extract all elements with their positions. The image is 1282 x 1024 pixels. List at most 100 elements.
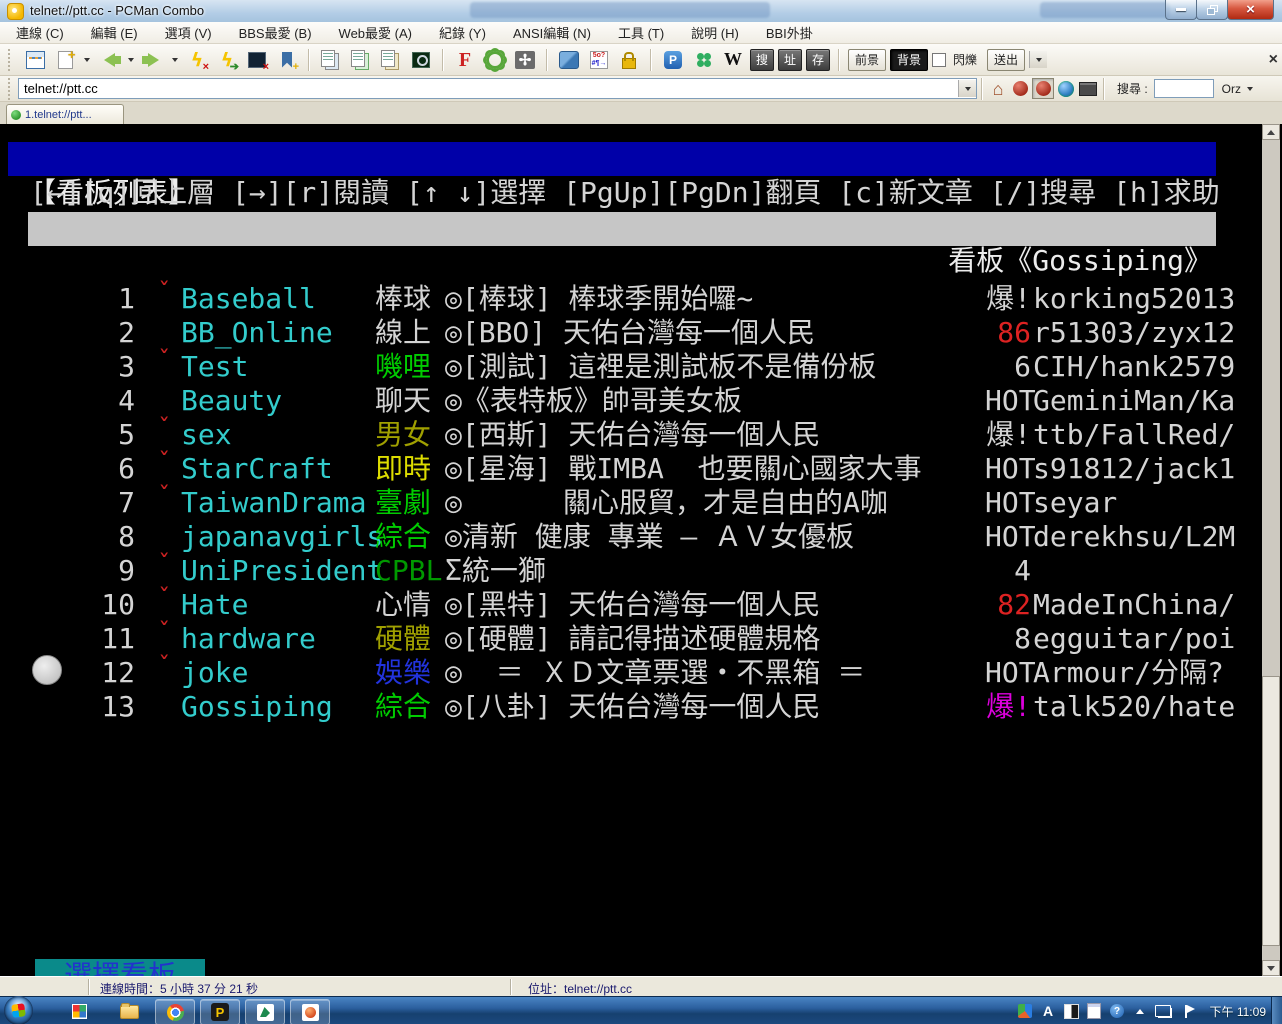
ansi-color-button[interactable]: 5o? #¶→ [586,48,612,72]
browser-a-button[interactable] [1010,79,1030,98]
add-bookmark-button[interactable]: + [274,48,300,72]
board-row-taiwandrama[interactable]: 7 ˇ TaiwanDrama 臺劇 ◎ 關心服貿，才是自由的A咖 HOT seyar [0,448,1230,519]
search-engine-label: Orz [1221,81,1242,96]
taskbar-app-orange-button[interactable] [290,999,330,1024]
terminal-view-button[interactable] [1078,79,1098,98]
open-address-button[interactable]: 址 [778,48,802,71]
menu-bbi-plugin[interactable]: BBI外掛 [766,23,813,42]
home-button[interactable]: ⌂ [988,79,1008,98]
new-connection-button[interactable]: + [52,47,78,72]
board-row-gossiping[interactable]: 13 ˇ Gossiping 綜合 ◎[八卦] 天佑台灣每一個人民 爆! talk520/h… [0,652,1235,723]
menu-options[interactable]: 選項 (V) [165,23,212,42]
board-row-unipresident[interactable]: 9 UniPresident CPBL Σ統一獅 4 [0,520,1230,587]
toolbar-close-button[interactable]: × [1269,51,1278,69]
disconnect-button[interactable]: ϟ × [184,48,210,72]
ime-alpha-icon[interactable]: A [1040,1003,1056,1019]
window-mode-button[interactable] [556,48,582,72]
close-connection-button[interactable]: × [244,48,270,72]
board-row-bb-online[interactable]: 2 ˇ BB_Online 線上 ◎[BBO] 天佑台灣每一個人民 86 r51303/zy… [0,278,1235,349]
menu-edit[interactable]: 編輯 (E) [91,23,138,42]
search-input[interactable] [1153,79,1214,98]
new-connection-dropdown[interactable] [84,57,90,62]
hidden-icons-arrow[interactable] [1132,1003,1148,1019]
scrollbar-thumb[interactable] [1262,676,1280,946]
restore-button[interactable] [1196,0,1228,20]
address-dropdown[interactable] [958,80,976,97]
tab-telnet-ptt[interactable]: 1.telnet://ptt... [6,104,124,125]
forward-dropdown[interactable] [172,57,178,62]
minimize-button[interactable] [1165,0,1197,20]
menu-history[interactable]: 紀錄 (Y) [439,23,486,42]
forward-button[interactable] [140,48,166,72]
addressbar-grip[interactable] [8,77,14,100]
board-row-starcraft[interactable]: 6 ˇ StarCraft 即時 ◎[星海] 戰IMBA 也要關心國家大事 HOT s918… [0,414,1235,485]
save-button[interactable]: 存 [806,48,830,71]
close-button[interactable]: × [1227,0,1274,20]
language-bar-icon[interactable] [1017,1003,1033,1019]
menu-help[interactable]: 說明 (H) [691,23,739,42]
toolbar-separator [308,48,310,71]
ime-pad-icon[interactable] [1086,1003,1102,1019]
back-button[interactable] [96,48,122,72]
title-bar[interactable]: telnet://ptt.cc - PCMan Combo × [0,0,1282,23]
taskbar-explorer-button[interactable] [110,999,148,1023]
wikipedia-button[interactable]: W [720,48,746,72]
taskbar-clock[interactable]: 下午 11:09 [1210,997,1266,1024]
toolbar-separator [981,77,983,100]
board-row-joke[interactable]: 12 ˇ joke 娛樂 ◎ ＝ ＸＤ文章票選‧不黑箱 ＝ HOT Armour/分隔? [0,618,1230,689]
scroll-down-button[interactable] [1262,960,1280,976]
menu-tools[interactable]: 工具 (T) [618,23,664,42]
board-row-hardware[interactable]: 11 ˇ hardware 硬體 ◎[硬體] 請記得描述硬體規格 8 egguitar/po… [0,584,1235,655]
board-row-baseball[interactable]: 1 Baseball 棒球 ◎[棒球] 棒球季開始囉~ 爆! korking52013 [0,248,1235,315]
board-row-hate[interactable]: 10 ˇ Hate 心情 ◎[黑特] 天佑台灣每一個人民 82 MadeInChina/ [0,550,1235,621]
vertical-scrollbar[interactable] [1262,124,1280,976]
blink-checkbox[interactable] [932,52,947,67]
background-color-button[interactable]: 背景 [890,48,929,71]
board-row-japanavgirls[interactable]: 8 ˇ japanavgirls 綜合 ◎清新 健康 專業 — ＡＶ女優板 HOT dere… [0,482,1235,553]
taskbar-app-green-button[interactable] [245,999,285,1024]
network-icon[interactable] [1155,1003,1171,1019]
send-dropdown[interactable] [1029,51,1048,68]
board-row-beauty[interactable]: 4 ˇ Beauty 聊天 ◎《表特板》帥哥美女板 HOT GeminiMan/Ka [0,346,1235,417]
menu-web-favorites[interactable]: Web最愛 (A) [339,23,412,42]
font-button[interactable]: F [452,48,478,72]
ime-shape-icon[interactable] [1063,1003,1079,1019]
taskbar-chrome-button[interactable] [155,999,195,1024]
browser-b-button[interactable] [1032,78,1054,99]
foreground-color-button[interactable]: 前景 [848,48,887,71]
down-arrow-icon [1267,965,1275,971]
start-button[interactable] [4,996,33,1024]
board-row-test[interactable]: 3 Test 嘰哩 ◎[測試] 這裡是測試板不是備份板 6 CIH/hank2579 [0,316,1235,383]
copy-ansi-button[interactable] [348,48,374,72]
home-icon: ⌂ [992,78,1004,99]
scroll-up-button[interactable] [1262,124,1280,140]
back-dropdown[interactable] [128,57,134,62]
bbs-terminal[interactable]: 【看板列表】 批踢踢實業坊 看板《Gossiping》 [←][q]回上層 [→… [0,124,1282,1024]
action-center-flag-icon[interactable] [1178,1003,1195,1019]
pcman-home-button[interactable]: P [660,48,686,72]
fullscreen-button[interactable]: ✢ [512,48,538,72]
web-search-button[interactable]: 搜 [750,48,774,71]
toolbar-grip[interactable] [8,48,14,71]
terminal-list-button[interactable] [22,48,48,72]
reconnect-button[interactable]: ϟ ➔ [214,48,240,72]
globe-button[interactable] [1056,79,1076,98]
settings-button[interactable] [482,48,508,72]
find-in-terminal-button[interactable] [408,48,434,72]
address-input[interactable]: telnet://ptt.cc [18,78,977,99]
send-button[interactable]: 送出 [987,48,1026,71]
menu-bbs-favorites[interactable]: BBS最愛 (B) [239,23,312,42]
menu-ansi-editor[interactable]: ANSI編輯 (N) [513,23,591,42]
lock-button[interactable] [616,48,642,72]
menu-connect[interactable]: 連線 (C) [16,23,64,42]
help-icon[interactable]: ? [1109,1003,1125,1019]
taskbar-launcher-button[interactable] [60,999,98,1023]
search-engine-dropdown[interactable] [1247,86,1254,91]
taskbar-pcman-button[interactable]: P [200,999,240,1024]
board-row-sex[interactable]: 5 sex 男女 ◎[西斯] 天佑台灣每一個人民 爆! ttb/FallRed/ [0,384,1235,451]
show-desktop-button[interactable] [1271,997,1282,1024]
plugin-button[interactable] [690,48,716,72]
pcman-app-icon[interactable] [7,3,24,20]
copy-button[interactable] [318,48,344,72]
paste-button[interactable] [378,48,404,72]
